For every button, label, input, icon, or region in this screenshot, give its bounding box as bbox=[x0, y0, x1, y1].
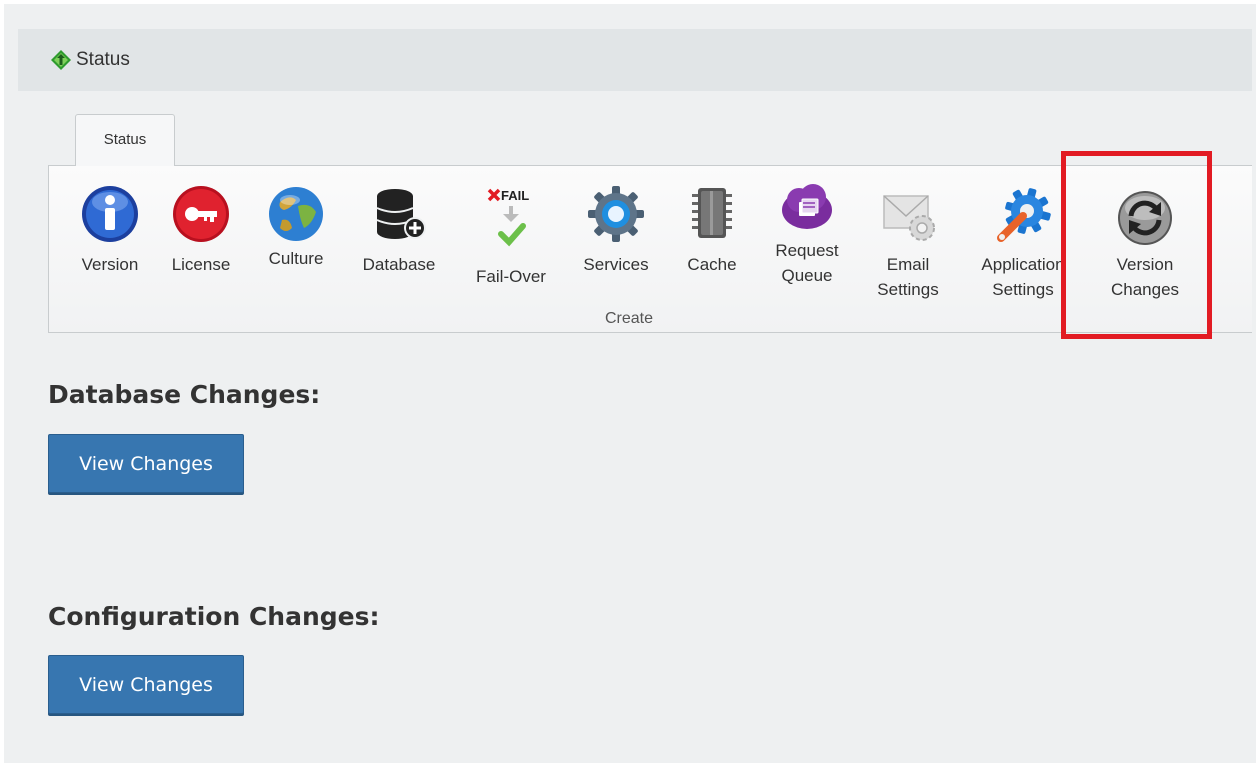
database-view-changes-button[interactable]: View Changes bbox=[48, 434, 244, 493]
request-queue-cloud-icon bbox=[782, 184, 832, 229]
configuration-view-changes-button[interactable]: View Changes bbox=[48, 655, 244, 714]
globe-icon bbox=[269, 187, 323, 241]
email-settings-button[interactable]: Email Settings bbox=[863, 166, 953, 316]
database-button[interactable]: Database bbox=[353, 166, 445, 316]
cache-button[interactable]: Cache bbox=[677, 166, 747, 316]
database-changes-title: Database Changes: bbox=[48, 380, 321, 409]
database-add-icon bbox=[376, 189, 426, 239]
fail-over-button[interactable]: FAIL Fail-Over bbox=[465, 166, 557, 316]
version-label: Version bbox=[81, 255, 139, 274]
email-settings-label: Email Settings bbox=[877, 255, 939, 299]
title-bar: Status bbox=[18, 29, 1252, 91]
version-button[interactable]: Version bbox=[71, 166, 149, 316]
svg-text:FAIL: FAIL bbox=[501, 188, 529, 203]
database-label: Database bbox=[362, 255, 436, 274]
highlight-box bbox=[1061, 151, 1212, 339]
info-icon bbox=[82, 186, 138, 242]
fail-over-icon: FAIL bbox=[487, 188, 529, 247]
request-queue-label: Request Queue bbox=[775, 241, 839, 285]
page-title: Status bbox=[76, 49, 130, 70]
configuration-changes-title: Configuration Changes: bbox=[48, 602, 380, 631]
cache-chip-icon bbox=[692, 188, 732, 238]
services-label: Services bbox=[583, 255, 649, 274]
request-queue-button[interactable]: Request Queue bbox=[765, 166, 849, 316]
cache-label: Cache bbox=[687, 255, 737, 274]
fail-over-label: Fail-Over bbox=[476, 267, 546, 286]
culture-button[interactable]: Culture bbox=[255, 166, 337, 316]
tab-status[interactable]: Status bbox=[75, 114, 175, 166]
license-button[interactable]: License bbox=[163, 166, 239, 316]
services-button[interactable]: Services bbox=[575, 166, 657, 316]
application-settings-icon bbox=[997, 188, 1051, 242]
email-settings-icon bbox=[883, 195, 935, 241]
status-diamond-icon bbox=[51, 50, 71, 70]
services-gear-icon bbox=[588, 186, 644, 242]
license-label: License bbox=[171, 255, 231, 274]
culture-label: Culture bbox=[268, 249, 324, 268]
key-icon bbox=[173, 186, 229, 242]
ribbon-group-label: Create bbox=[604, 310, 654, 327]
